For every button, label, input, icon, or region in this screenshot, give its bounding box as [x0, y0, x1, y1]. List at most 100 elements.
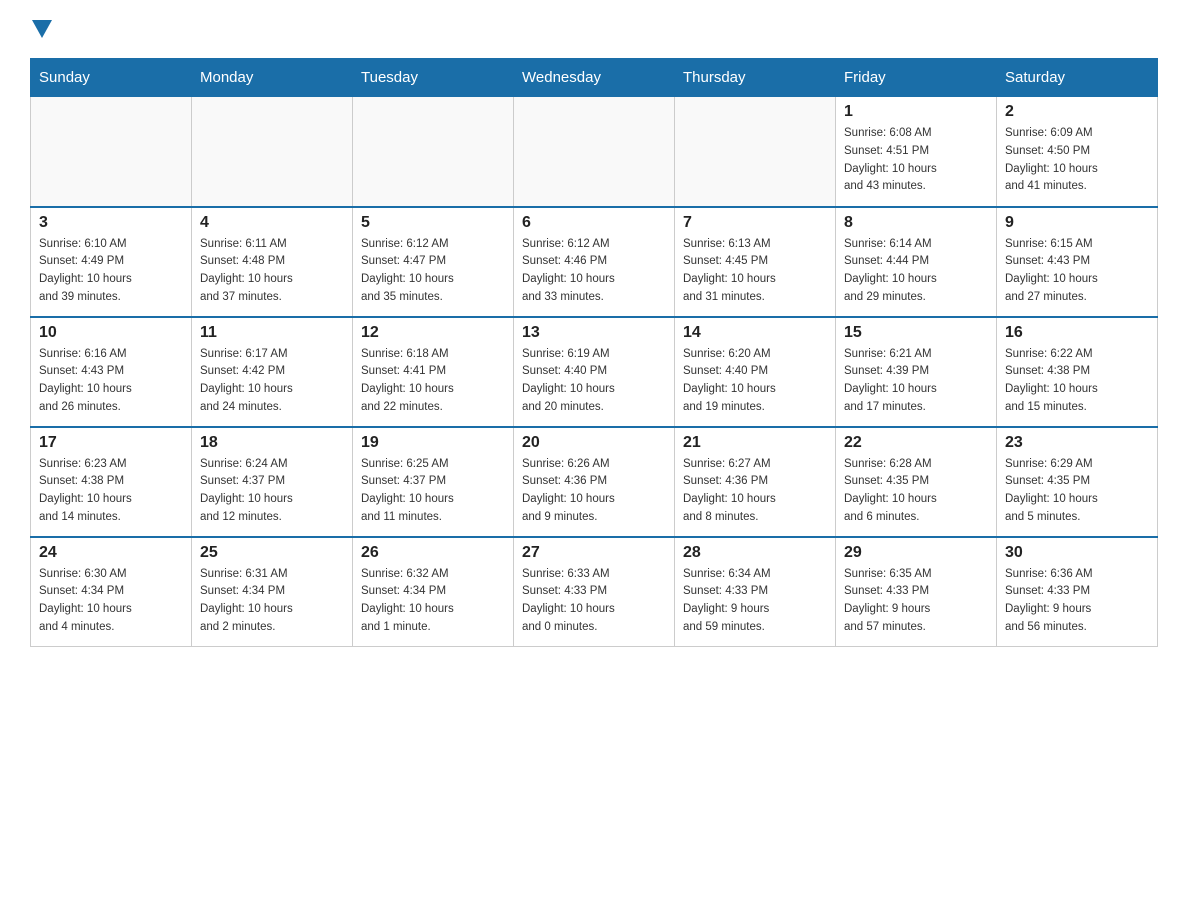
calendar-cell — [192, 97, 353, 207]
day-number: 1 — [844, 103, 988, 121]
calendar-cell: 21 Sunrise: 6:27 AMSunset: 4:36 PMDayligh… — [675, 427, 836, 537]
day-number: 13 — [522, 324, 666, 342]
calendar-cell — [675, 97, 836, 207]
day-info: Sunrise: 6:17 AMSunset: 4:42 PMDaylight:… — [200, 346, 344, 417]
calendar-cell: 14 Sunrise: 6:20 AMSunset: 4:40 PMDayligh… — [675, 317, 836, 427]
calendar-week-row: 3 Sunrise: 6:10 AMSunset: 4:49 PMDaylight… — [31, 207, 1158, 317]
day-info: Sunrise: 6:33 AMSunset: 4:33 PMDaylight:… — [522, 566, 666, 637]
day-number: 30 — [1005, 544, 1149, 562]
calendar-cell: 19 Sunrise: 6:25 AMSunset: 4:37 PMDayligh… — [353, 427, 514, 537]
day-number: 6 — [522, 214, 666, 232]
calendar-week-row: 17 Sunrise: 6:23 AMSunset: 4:38 PMDayligh… — [31, 427, 1158, 537]
day-number: 9 — [1005, 214, 1149, 232]
day-info: Sunrise: 6:32 AMSunset: 4:34 PMDaylight:… — [361, 566, 505, 637]
day-info: Sunrise: 6:28 AMSunset: 4:35 PMDaylight:… — [844, 456, 988, 527]
day-info: Sunrise: 6:35 AMSunset: 4:33 PMDaylight:… — [844, 566, 988, 637]
day-info: Sunrise: 6:36 AMSunset: 4:33 PMDaylight:… — [1005, 566, 1149, 637]
day-info: Sunrise: 6:29 AMSunset: 4:35 PMDaylight:… — [1005, 456, 1149, 527]
day-info: Sunrise: 6:26 AMSunset: 4:36 PMDaylight:… — [522, 456, 666, 527]
calendar-cell: 3 Sunrise: 6:10 AMSunset: 4:49 PMDaylight… — [31, 207, 192, 317]
day-number: 16 — [1005, 324, 1149, 342]
calendar-cell: 10Sunrise: 6:16 AMSunset: 4:43 PMDayligh… — [31, 317, 192, 427]
day-number: 18 — [200, 434, 344, 452]
calendar-cell — [514, 97, 675, 207]
day-info: Sunrise: 6:34 AMSunset: 4:33 PMDaylight:… — [683, 566, 827, 637]
day-number: 3 — [39, 214, 183, 232]
calendar-week-row: 24 Sunrise: 6:30 AMSunset: 4:34 PMDayligh… — [31, 537, 1158, 647]
logo-triangle-icon — [32, 20, 52, 38]
day-number: 14 — [683, 324, 827, 342]
day-number: 2 — [1005, 103, 1149, 121]
day-info: Sunrise: 6:23 AMSunset: 4:38 PMDaylight:… — [39, 456, 183, 527]
day-info: Sunrise: 6:20 AMSunset: 4:40 PMDaylight:… — [683, 346, 827, 417]
calendar-cell: 16 Sunrise: 6:22 AMSunset: 4:38 PMDayligh… — [997, 317, 1158, 427]
weekday-header-wednesday: Wednesday — [514, 59, 675, 97]
calendar-cell: 30 Sunrise: 6:36 AMSunset: 4:33 PMDayligh… — [997, 537, 1158, 647]
calendar-header: SundayMondayTuesdayWednesdayThursdayFrid… — [31, 59, 1158, 97]
day-number: 25 — [200, 544, 344, 562]
day-info: Sunrise: 6:10 AMSunset: 4:49 PMDaylight:… — [39, 236, 183, 307]
weekday-header-sunday: Sunday — [31, 59, 192, 97]
day-number: 19 — [361, 434, 505, 452]
calendar-cell: 15 Sunrise: 6:21 AMSunset: 4:39 PMDayligh… — [836, 317, 997, 427]
day-number: 4 — [200, 214, 344, 232]
calendar-cell: 23 Sunrise: 6:29 AMSunset: 4:35 PMDayligh… — [997, 427, 1158, 537]
calendar-cell — [31, 97, 192, 207]
day-info: Sunrise: 6:19 AMSunset: 4:40 PMDaylight:… — [522, 346, 666, 417]
weekday-header-monday: Monday — [192, 59, 353, 97]
calendar-cell: 20 Sunrise: 6:26 AMSunset: 4:36 PMDayligh… — [514, 427, 675, 537]
calendar-cell: 2 Sunrise: 6:09 AMSunset: 4:50 PMDaylight… — [997, 97, 1158, 207]
calendar-cell — [353, 97, 514, 207]
day-info: Sunrise: 6:12 AMSunset: 4:47 PMDaylight:… — [361, 236, 505, 307]
day-number: 8 — [844, 214, 988, 232]
calendar-cell: 11 Sunrise: 6:17 AMSunset: 4:42 PMDayligh… — [192, 317, 353, 427]
calendar-cell: 4 Sunrise: 6:11 AMSunset: 4:48 PMDaylight… — [192, 207, 353, 317]
calendar-body: 1 Sunrise: 6:08 AMSunset: 4:51 PMDaylight… — [31, 97, 1158, 647]
day-info: Sunrise: 6:30 AMSunset: 4:34 PMDaylight:… — [39, 566, 183, 637]
day-info: Sunrise: 6:11 AMSunset: 4:48 PMDaylight:… — [200, 236, 344, 307]
day-info: Sunrise: 6:14 AMSunset: 4:44 PMDaylight:… — [844, 236, 988, 307]
day-number: 12 — [361, 324, 505, 342]
page-header — [30, 20, 1158, 38]
day-number: 20 — [522, 434, 666, 452]
day-info: Sunrise: 6:27 AMSunset: 4:36 PMDaylight:… — [683, 456, 827, 527]
day-info: Sunrise: 6:22 AMSunset: 4:38 PMDaylight:… — [1005, 346, 1149, 417]
calendar-cell: 9 Sunrise: 6:15 AMSunset: 4:43 PMDaylight… — [997, 207, 1158, 317]
day-number: 15 — [844, 324, 988, 342]
calendar-cell: 5Sunrise: 6:12 AMSunset: 4:47 PMDaylight… — [353, 207, 514, 317]
calendar-cell: 29Sunrise: 6:35 AMSunset: 4:33 PMDayligh… — [836, 537, 997, 647]
calendar-week-row: 10Sunrise: 6:16 AMSunset: 4:43 PMDayligh… — [31, 317, 1158, 427]
day-number: 28 — [683, 544, 827, 562]
calendar-cell: 25Sunrise: 6:31 AMSunset: 4:34 PMDayligh… — [192, 537, 353, 647]
day-number: 17 — [39, 434, 183, 452]
day-info: Sunrise: 6:12 AMSunset: 4:46 PMDaylight:… — [522, 236, 666, 307]
day-number: 24 — [39, 544, 183, 562]
day-number: 7 — [683, 214, 827, 232]
day-number: 11 — [200, 324, 344, 342]
weekday-header-saturday: Saturday — [997, 59, 1158, 97]
calendar-cell: 7 Sunrise: 6:13 AMSunset: 4:45 PMDaylight… — [675, 207, 836, 317]
weekday-header-thursday: Thursday — [675, 59, 836, 97]
day-info: Sunrise: 6:25 AMSunset: 4:37 PMDaylight:… — [361, 456, 505, 527]
day-info: Sunrise: 6:21 AMSunset: 4:39 PMDaylight:… — [844, 346, 988, 417]
day-info: Sunrise: 6:08 AMSunset: 4:51 PMDaylight:… — [844, 125, 988, 196]
day-info: Sunrise: 6:18 AMSunset: 4:41 PMDaylight:… — [361, 346, 505, 417]
calendar-cell: 6 Sunrise: 6:12 AMSunset: 4:46 PMDaylight… — [514, 207, 675, 317]
day-info: Sunrise: 6:13 AMSunset: 4:45 PMDaylight:… — [683, 236, 827, 307]
calendar-week-row: 1 Sunrise: 6:08 AMSunset: 4:51 PMDaylight… — [31, 97, 1158, 207]
calendar-cell: 8 Sunrise: 6:14 AMSunset: 4:44 PMDaylight… — [836, 207, 997, 317]
calendar-cell: 28 Sunrise: 6:34 AMSunset: 4:33 PMDayligh… — [675, 537, 836, 647]
calendar-cell: 17 Sunrise: 6:23 AMSunset: 4:38 PMDayligh… — [31, 427, 192, 537]
day-info: Sunrise: 6:15 AMSunset: 4:43 PMDaylight:… — [1005, 236, 1149, 307]
day-info: Sunrise: 6:16 AMSunset: 4:43 PMDaylight:… — [39, 346, 183, 417]
day-info: Sunrise: 6:09 AMSunset: 4:50 PMDaylight:… — [1005, 125, 1149, 196]
calendar-cell: 12 Sunrise: 6:18 AMSunset: 4:41 PMDayligh… — [353, 317, 514, 427]
calendar-cell: 24 Sunrise: 6:30 AMSunset: 4:34 PMDayligh… — [31, 537, 192, 647]
weekday-header-tuesday: Tuesday — [353, 59, 514, 97]
day-number: 21 — [683, 434, 827, 452]
weekday-header-row: SundayMondayTuesdayWednesdayThursdayFrid… — [31, 59, 1158, 97]
calendar-cell: 1 Sunrise: 6:08 AMSunset: 4:51 PMDaylight… — [836, 97, 997, 207]
weekday-header-friday: Friday — [836, 59, 997, 97]
calendar-cell: 18Sunrise: 6:24 AMSunset: 4:37 PMDayligh… — [192, 427, 353, 537]
day-number: 23 — [1005, 434, 1149, 452]
